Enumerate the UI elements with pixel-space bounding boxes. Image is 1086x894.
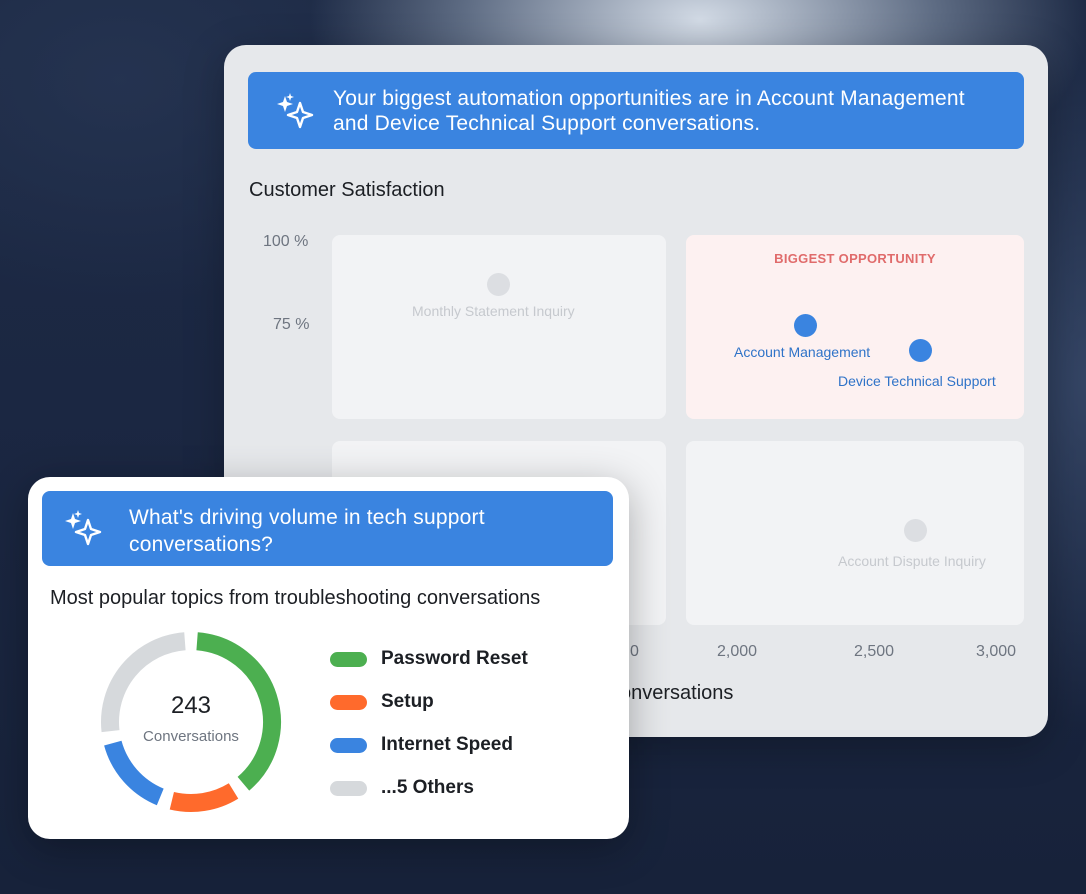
data-point[interactable] [794,314,817,337]
banner-text: What's driving volume in tech support co… [129,506,485,556]
banner-text: Your biggest automation opportunities ar… [333,87,965,135]
legend-label: Internet Speed [381,734,513,755]
legend-label: ...5 Others [381,777,474,798]
tech-support-question-banner[interactable]: What's driving volume in tech support co… [42,491,613,566]
x-tick: 3,000 [976,643,1017,660]
quadrant-top-left: Monthly Statement Inquiry [332,235,666,419]
x-axis-label: onversations [620,682,734,704]
donut-total-value: 243 [170,692,212,719]
x-tick: 2,000 [717,643,758,660]
y-tick-100: 100 % [263,233,309,250]
tech-support-volume-card: What's driving volume in tech support co… [28,477,629,839]
donut-total-caption: Conversations [143,728,239,745]
sparkle-icon [65,510,102,546]
legend-item-setup[interactable]: Setup [330,687,434,717]
donut-segment-2[interactable] [104,740,164,806]
legend-swatch [330,780,367,796]
legend-swatch [330,694,367,710]
topics-donut-chart [101,632,281,812]
quadrant-bottom-right: Account Dispute Inquiry [686,441,1024,625]
data-point[interactable] [904,519,927,542]
legend-label: Password Reset [381,648,528,669]
point-label: Monthly Statement Inquiry [412,303,575,319]
x-tick: 0 [630,643,639,660]
legend-item-password-reset[interactable]: Password Reset [330,644,528,674]
data-point[interactable] [487,273,510,296]
legend-item-internet-speed[interactable]: Internet Speed [330,730,513,760]
point-label: Account Management [734,344,871,360]
y-tick-75: 75 % [273,316,310,333]
legend-swatch [330,651,367,667]
donut-segment-1[interactable] [169,783,239,812]
point-label: Account Dispute Inquiry [838,553,986,569]
sparkle-icon [277,93,314,129]
data-point[interactable] [909,339,932,362]
x-tick: 2,500 [854,643,895,660]
quadrant-top-right: BIGGEST OPPORTUNITY Account Management D… [686,235,1024,419]
point-label: Device Technical Support [838,373,996,389]
legend-label: Setup [381,691,434,712]
chart-title: Customer Satisfaction [249,179,445,201]
legend-swatch [330,737,367,753]
donut-subtitle: Most popular topics from troubleshooting… [50,587,541,609]
quadrant-title: BIGGEST OPPORTUNITY [774,251,936,266]
legend-item-others[interactable]: ...5 Others [330,773,474,803]
automation-insight-banner[interactable]: Your biggest automation opportunities ar… [248,72,1024,149]
